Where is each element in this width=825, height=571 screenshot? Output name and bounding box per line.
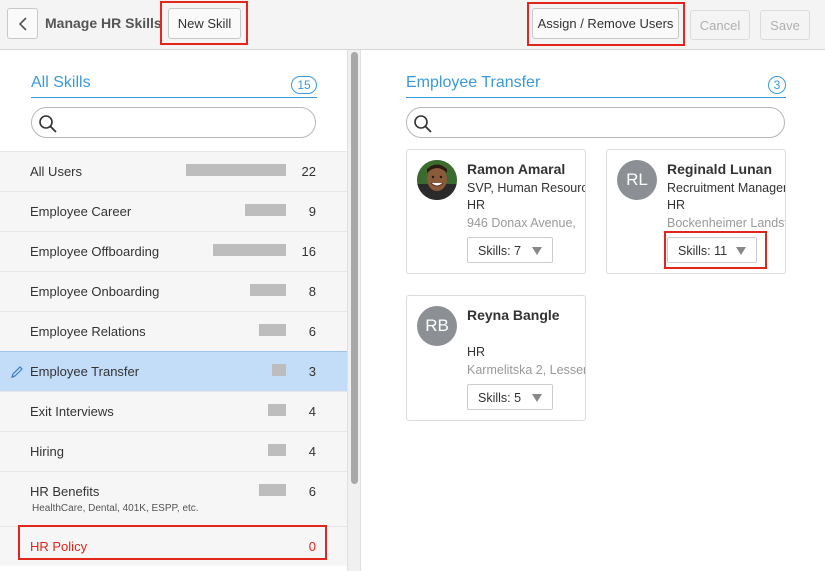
skill-list: All Users 22 Employee Career 9 Employee …: [0, 151, 347, 566]
skill-count-bar: [272, 364, 286, 376]
skill-item-exit-interviews[interactable]: Exit Interviews 4: [0, 391, 347, 431]
avatar-initials: RL: [626, 170, 648, 189]
person-photo-icon: [417, 160, 457, 200]
skill-count-bar: [250, 284, 286, 296]
skills-dropdown[interactable]: Skills: 5: [467, 384, 553, 410]
panel-title: All Skills: [31, 74, 91, 91]
avatar: [417, 160, 457, 200]
skill-count: 6: [308, 324, 316, 339]
top-bar: Manage HR Skills New Skill Assign / Remo…: [0, 0, 825, 50]
employee-name[interactable]: Ramon Amaral: [467, 161, 565, 177]
panel-title: Employee Transfer: [406, 74, 541, 91]
employee-address: 946 Donax Avenue,: [467, 216, 576, 230]
employee-search[interactable]: [406, 107, 785, 138]
skill-item-hr-benefits[interactable]: HR Benefits HealthCare, Dental, 401K, ES…: [0, 471, 347, 526]
skill-name: Employee Onboarding: [30, 284, 160, 299]
avatar: RB: [417, 306, 457, 346]
pencil-icon[interactable]: [10, 365, 24, 379]
employee-name[interactable]: Reyna Bangle: [467, 307, 560, 323]
new-skill-button[interactable]: New Skill: [168, 8, 241, 39]
skill-count-bar: [268, 404, 286, 416]
employee-department: HR: [467, 345, 486, 359]
avatar-initials: RB: [425, 316, 449, 335]
skill-name: Employee Offboarding: [30, 244, 160, 259]
skills-dropdown-label: Skills: 7: [478, 244, 522, 258]
skill-name: All Users: [30, 164, 83, 179]
skill-item-employee-offboarding[interactable]: Employee Offboarding 16: [0, 231, 347, 271]
employee-title: SVP, Human Resources: [467, 181, 585, 195]
skill-count-bar: [259, 324, 286, 336]
skill-item-employee-career[interactable]: Employee Career 9: [0, 191, 347, 231]
page-title: Manage HR Skills: [45, 15, 162, 31]
skills-dropdown[interactable]: Skills: 7: [467, 237, 553, 263]
skill-name: HR Benefits: [30, 484, 100, 499]
search-icon: [39, 115, 57, 133]
skill-count: 4: [308, 404, 316, 419]
skill-count: 3: [308, 364, 316, 379]
search-icon: [414, 115, 432, 133]
search-input[interactable]: [437, 113, 774, 133]
skill-count: 4: [308, 444, 316, 459]
skill-name: Exit Interviews: [30, 404, 114, 419]
skill-name: Employee Relations: [30, 324, 146, 339]
skill-count-bar: [213, 244, 286, 256]
skills-dropdown-label: Skills: 11: [678, 244, 728, 258]
employee-address: Karmelitska 2, Lesser Town: [467, 363, 586, 377]
skill-name: Hiring: [30, 444, 64, 459]
employee-card[interactable]: Ramon Amaral SVP, Human Resources HR 946…: [406, 149, 586, 274]
skill-item-employee-transfer[interactable]: Employee Transfer 3: [0, 351, 347, 391]
skill-count-bar: [245, 204, 286, 216]
skill-name: Employee Transfer: [30, 364, 140, 379]
skill-item-hiring[interactable]: Hiring 4: [0, 431, 347, 471]
skill-count: 22: [301, 164, 316, 179]
skills-panel: All Skills 15 All Users 22 Employee Care…: [0, 50, 347, 571]
skill-count-bar: [268, 444, 286, 456]
skill-item-employee-onboarding[interactable]: Employee Onboarding 8: [0, 271, 347, 311]
skill-item-employee-relations[interactable]: Employee Relations 6: [0, 311, 347, 351]
caret-down-icon: [532, 247, 542, 255]
employee-department: HR: [467, 198, 486, 212]
skills-dropdown[interactable]: Skills: 11: [667, 237, 757, 263]
skill-count-bar: [186, 164, 286, 176]
skill-count: 9: [308, 204, 316, 219]
employee-card[interactable]: RB Reyna Bangle HR Karmelitska 2, Lesser…: [406, 295, 586, 421]
search-input[interactable]: [62, 113, 305, 133]
count-badge: 15: [291, 76, 317, 94]
count-badge: 3: [768, 76, 786, 94]
chevron-left-icon: [18, 16, 27, 31]
skill-count: 0: [308, 539, 316, 554]
back-button[interactable]: [7, 8, 38, 39]
skill-name: HR Policy: [30, 539, 88, 554]
save-button[interactable]: Save: [760, 10, 810, 40]
employee-name[interactable]: Reginald Lunan: [667, 161, 772, 177]
caret-down-icon: [532, 394, 542, 402]
skill-name: Employee Career: [30, 204, 132, 219]
employee-card[interactable]: RL Reginald Lunan Recruitment Manager HR…: [606, 149, 786, 274]
skill-count: 16: [301, 244, 316, 259]
skill-item-hr-policy[interactable]: HR Policy 0: [0, 526, 347, 566]
skills-header: All Skills 15: [31, 74, 317, 98]
skill-count-bar: [259, 484, 286, 496]
employee-address: Bockenheimer Landstraße: [667, 216, 785, 230]
scroll-thumb[interactable]: [351, 52, 358, 484]
avatar: RL: [617, 160, 657, 200]
skill-description: HealthCare, Dental, 401K, ESPP, etc.: [32, 503, 199, 514]
skill-item-all-users[interactable]: All Users 22: [0, 151, 347, 191]
skill-count: 8: [308, 284, 316, 299]
skill-detail-header: Employee Transfer 3: [406, 74, 786, 98]
employee-department: HR: [667, 198, 686, 212]
skills-dropdown-label: Skills: 5: [478, 391, 522, 405]
skills-search[interactable]: [31, 107, 316, 138]
caret-down-icon: [736, 247, 746, 255]
skills-scrollbar[interactable]: [347, 50, 361, 571]
cancel-button[interactable]: Cancel: [690, 10, 750, 40]
assign-remove-users-button[interactable]: Assign / Remove Users: [532, 8, 679, 39]
employee-title: Recruitment Manager: [667, 181, 786, 195]
skill-count: 6: [308, 484, 316, 499]
skill-detail-panel: Employee Transfer 3 Ramon Amaral SVP, Hu…: [361, 50, 825, 571]
